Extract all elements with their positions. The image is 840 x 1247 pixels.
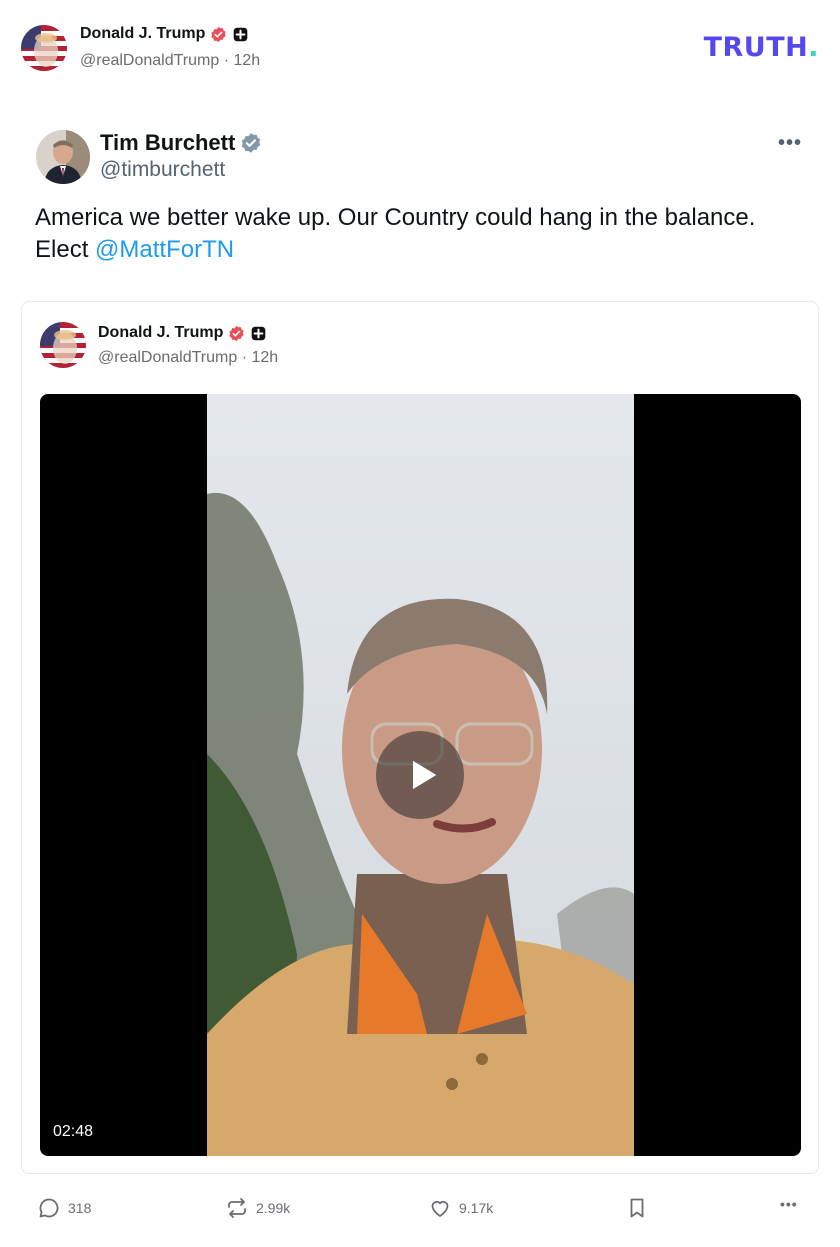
tweet-mention: @MattForTN bbox=[95, 236, 235, 263]
reply-count: 318 bbox=[68, 1200, 92, 1216]
tweet-text: America we better wake up. Our Country c… bbox=[35, 202, 795, 266]
author-handle[interactable]: @realDonaldTrump bbox=[80, 52, 219, 69]
quote-author-avatar[interactable] bbox=[40, 322, 86, 368]
meta-separator: · bbox=[241, 349, 248, 366]
verified-badge-icon bbox=[240, 132, 262, 154]
post-time[interactable]: 12h bbox=[234, 52, 261, 69]
tweet-avatar bbox=[36, 130, 90, 184]
play-icon bbox=[412, 760, 436, 790]
video-duration: 02:48 bbox=[53, 1123, 94, 1140]
bookmark-button[interactable] bbox=[625, 1196, 649, 1220]
retruth-icon bbox=[228, 1198, 246, 1218]
video-player[interactable]: 02:48 bbox=[40, 394, 801, 1156]
verified-badge-icon bbox=[210, 26, 227, 43]
quote-time[interactable]: 12h bbox=[252, 349, 279, 366]
like-count: 9.17k bbox=[459, 1200, 494, 1216]
more-button[interactable]: ••• bbox=[780, 1196, 798, 1212]
author-name[interactable]: Donald J. Trump bbox=[80, 25, 205, 43]
logo-dot: . bbox=[808, 32, 819, 63]
quote-author-meta: @realDonaldTrump · 12h bbox=[98, 349, 278, 367]
logo-text: TRUTH bbox=[703, 32, 809, 63]
play-button[interactable] bbox=[376, 731, 464, 819]
author-avatar[interactable] bbox=[21, 25, 67, 71]
tweet-author-handle: @timburchett bbox=[100, 158, 226, 181]
tweet-author-name: Tim Burchett bbox=[100, 130, 236, 155]
quote-author-name[interactable]: Donald J. Trump bbox=[98, 324, 223, 342]
bookmark-icon bbox=[630, 1198, 644, 1218]
plus-badge-icon bbox=[232, 26, 249, 43]
post-header: Donald J. Trump @realDonaldTrump · 12h T… bbox=[0, 0, 840, 95]
plus-badge-icon bbox=[250, 325, 267, 342]
verified-badge-icon bbox=[228, 325, 245, 342]
reply-button[interactable]: 318 bbox=[37, 1196, 91, 1220]
retruth-count: 2.99k bbox=[256, 1200, 291, 1216]
heart-icon bbox=[431, 1200, 449, 1217]
retruth-button[interactable]: 2.99k bbox=[225, 1196, 290, 1220]
like-button[interactable]: 9.17k bbox=[428, 1196, 493, 1220]
truth-logo[interactable]: TRUTH. bbox=[704, 32, 819, 63]
reply-icon bbox=[39, 1198, 59, 1218]
action-bar: 318 2.99k 9.17k ••• bbox=[0, 1188, 840, 1228]
tweet-more-icon: ••• bbox=[777, 132, 802, 154]
quoted-post[interactable]: Donald J. Trump @realDonaldTrump · 12h 0… bbox=[21, 301, 819, 1174]
quote-author-handle[interactable]: @realDonaldTrump bbox=[98, 349, 237, 366]
meta-separator: · bbox=[223, 52, 230, 69]
author-meta: @realDonaldTrump · 12h bbox=[80, 52, 260, 70]
more-icon: ••• bbox=[780, 1196, 798, 1212]
